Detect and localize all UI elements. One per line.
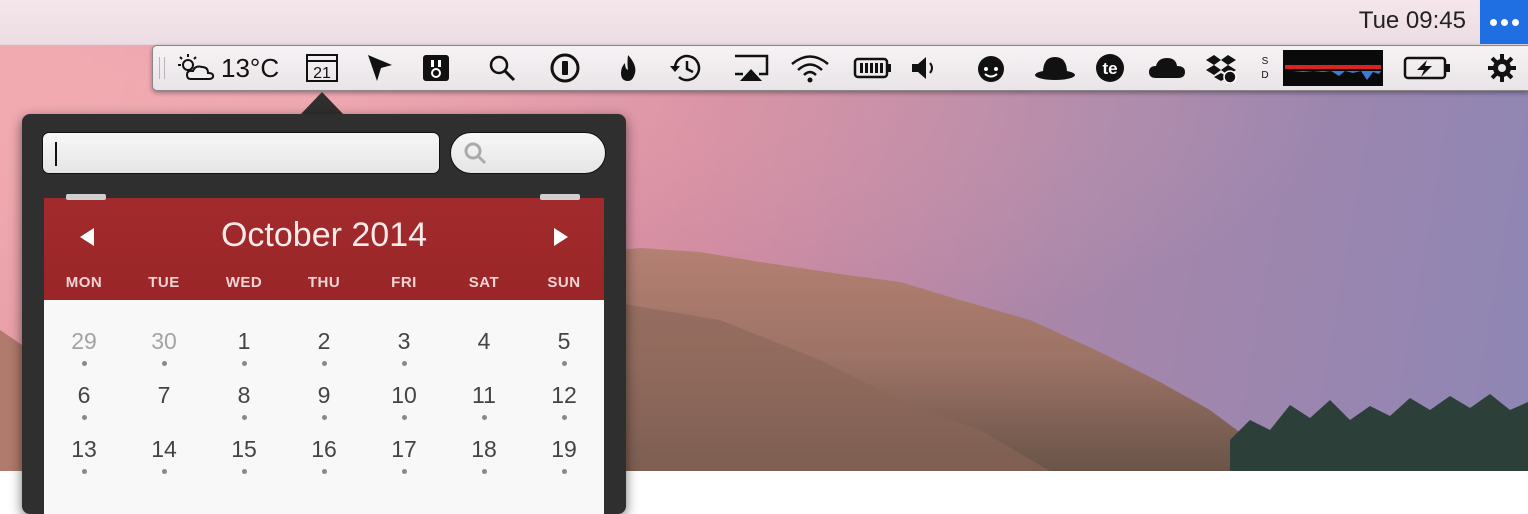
text-caret bbox=[55, 142, 57, 166]
arrow-cursor-icon bbox=[368, 55, 392, 81]
svg-text:S: S bbox=[1262, 56, 1269, 67]
day-cell[interactable]: 3 bbox=[364, 328, 444, 368]
graph-icon bbox=[1283, 50, 1383, 86]
smiley-item[interactable] bbox=[975, 53, 1007, 83]
ring-tab bbox=[66, 194, 106, 200]
popover-arrow bbox=[300, 92, 344, 115]
svg-text:D: D bbox=[1261, 70, 1268, 81]
week-row: 13 14 15 16 17 18 19 bbox=[44, 436, 604, 476]
spotlight-item[interactable] bbox=[487, 53, 517, 83]
time-machine-item[interactable] bbox=[669, 53, 705, 83]
svg-text:te: te bbox=[1102, 59, 1117, 78]
bartender-icon bbox=[423, 55, 449, 81]
hat-item[interactable] bbox=[1033, 53, 1077, 83]
weather-item[interactable]: 13°C bbox=[175, 53, 279, 83]
menu-bar-clock[interactable]: Tue 09:45 bbox=[1359, 7, 1466, 35]
calendar-popover: October 2014 MON TUE WED THU FRI SAT SUN… bbox=[22, 114, 626, 514]
calendar-grid: 29 30 1 2 3 4 5 6 7 8 9 10 11 12 13 14 1… bbox=[44, 300, 604, 514]
battery-charging-icon bbox=[1403, 56, 1450, 80]
weekday-label: SUN bbox=[547, 274, 581, 291]
airplay-item[interactable] bbox=[731, 53, 771, 83]
day-cell[interactable]: 19 bbox=[524, 436, 604, 476]
day-cell[interactable]: 14 bbox=[124, 436, 204, 476]
day-cell[interactable]: 6 bbox=[44, 382, 124, 422]
weekday-label: TUE bbox=[148, 274, 180, 291]
search-input[interactable] bbox=[450, 132, 606, 174]
day-cell[interactable]: 29 bbox=[44, 328, 124, 368]
ellipsis-icon[interactable] bbox=[1480, 0, 1528, 44]
weekday-row: MON TUE WED THU FRI SAT SUN bbox=[44, 274, 604, 291]
cloud-item[interactable] bbox=[1147, 53, 1187, 83]
weekday-label: WED bbox=[225, 274, 263, 291]
wifi-item[interactable] bbox=[789, 53, 831, 83]
ring-tab bbox=[540, 194, 580, 200]
search-icon bbox=[464, 142, 487, 165]
day-cell[interactable]: 15 bbox=[204, 436, 284, 476]
month-title: October 2014 bbox=[220, 216, 428, 254]
day-cell[interactable]: 8 bbox=[204, 382, 284, 422]
1password-item[interactable] bbox=[549, 53, 581, 83]
battery-item[interactable] bbox=[1403, 53, 1453, 83]
day-cell[interactable]: 1 bbox=[204, 328, 284, 368]
menu-bar: Tue 09:45 bbox=[0, 0, 1528, 45]
volume-item[interactable] bbox=[909, 53, 941, 83]
day-cell[interactable]: 18 bbox=[444, 436, 524, 476]
volume-icon bbox=[912, 57, 933, 79]
flame-icon bbox=[621, 55, 636, 81]
next-month-button[interactable] bbox=[554, 228, 568, 246]
network-monitor-item[interactable]: SD bbox=[1257, 53, 1273, 83]
te-item[interactable]: te bbox=[1093, 53, 1127, 83]
status-item-tray: 13°C 21 te S D bbox=[152, 45, 1528, 91]
graph-item[interactable] bbox=[1283, 50, 1383, 86]
gear-icon bbox=[1488, 54, 1516, 82]
dropbox-icon bbox=[1206, 55, 1237, 83]
day-cell[interactable]: 16 bbox=[284, 436, 364, 476]
dropbox-item[interactable] bbox=[1203, 53, 1239, 83]
settings-item[interactable] bbox=[1485, 53, 1519, 83]
calendar-header: October 2014 MON TUE WED THU FRI SAT SUN bbox=[44, 194, 604, 300]
day-cell[interactable]: 9 bbox=[284, 382, 364, 422]
wifi-icon bbox=[791, 55, 829, 83]
1password-icon bbox=[550, 53, 580, 83]
bowler-hat-icon bbox=[1035, 57, 1075, 80]
search-icon bbox=[489, 55, 516, 82]
week-row: 29 30 1 2 3 4 5 bbox=[44, 328, 604, 368]
day-cell[interactable]: 11 bbox=[444, 382, 524, 422]
weekday-label: FRI bbox=[391, 274, 417, 291]
week-row: 6 7 8 9 10 11 12 bbox=[44, 382, 604, 422]
bartender-item[interactable] bbox=[421, 53, 451, 83]
flame-item[interactable] bbox=[615, 53, 641, 83]
day-cell[interactable]: 13 bbox=[44, 436, 124, 476]
te-icon: te bbox=[1096, 54, 1124, 82]
weekday-label: MON bbox=[65, 274, 103, 291]
network-monitor-icon: SD bbox=[1261, 56, 1269, 81]
day-cell[interactable]: 17 bbox=[364, 436, 444, 476]
day-cell[interactable]: 30 bbox=[124, 328, 204, 368]
calendar-icon-day: 21 bbox=[313, 65, 331, 82]
time-machine-icon bbox=[670, 54, 701, 82]
battery-monitor-item[interactable] bbox=[853, 53, 891, 83]
day-cell[interactable]: 5 bbox=[524, 328, 604, 368]
day-cell[interactable]: 10 bbox=[364, 382, 444, 422]
day-cell[interactable]: 4 bbox=[444, 328, 524, 368]
weekday-label: THU bbox=[307, 274, 341, 291]
calendar-item[interactable]: 21 bbox=[305, 53, 339, 83]
cursor-item[interactable] bbox=[363, 53, 397, 83]
partly-cloudy-icon bbox=[178, 54, 215, 80]
tray-drag-handle[interactable] bbox=[159, 57, 165, 79]
battery-monitor-icon bbox=[853, 57, 891, 79]
cloud-icon bbox=[1149, 58, 1185, 78]
airplay-icon bbox=[735, 54, 769, 81]
calendar-icon: 21 bbox=[306, 54, 338, 82]
day-cell[interactable]: 12 bbox=[524, 382, 604, 422]
day-cell[interactable]: 2 bbox=[284, 328, 364, 368]
event-input[interactable] bbox=[42, 132, 440, 174]
temperature-label: 13°C bbox=[221, 52, 280, 83]
day-cell[interactable]: 7 bbox=[124, 382, 204, 422]
smiley-icon bbox=[978, 56, 1004, 82]
weekday-label: SAT bbox=[468, 274, 500, 291]
